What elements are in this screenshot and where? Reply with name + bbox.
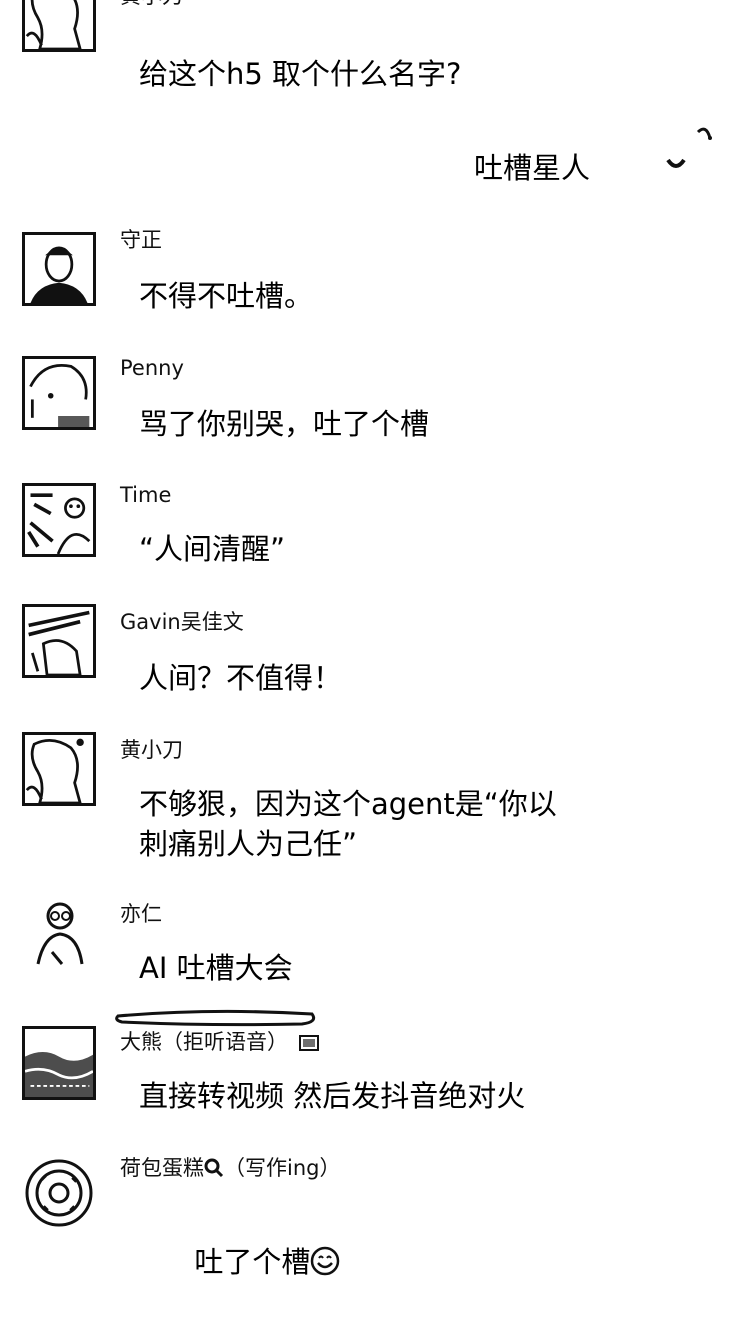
avatar[interactable]: [22, 1026, 96, 1100]
magnifier-icon: [204, 1158, 224, 1178]
avatar-calligraphy-dog-icon: [27, 493, 91, 554]
underline-annotation: [115, 1009, 316, 1027]
message-text: “人间清醒”: [139, 532, 286, 566]
message-text: AI 吐槽大会: [139, 951, 293, 985]
message-text: 人间？不值得！: [139, 661, 343, 695]
avatar-anime-sketch-icon: [28, 610, 90, 675]
message-text-body: 吐了个槽: [194, 1245, 311, 1279]
message-text: 给这个h5 取个什么名字?: [139, 57, 462, 91]
avatar-sketch-girl-icon: [25, 0, 82, 49]
flag-icon: [298, 1035, 319, 1051]
cropped-avatar-icon: [666, 127, 712, 168]
avatar[interactable]: [22, 604, 96, 678]
sender-name: 大熊（拒听语音）: [120, 1030, 319, 1054]
sender-name: Penny: [120, 356, 184, 380]
sender-name: 黄小刀: [120, 0, 183, 8]
sender-name: 黄小刀: [120, 738, 183, 762]
message-text: 直接转视频 然后发抖音绝对火: [139, 1079, 526, 1113]
sender-name: 守正: [120, 228, 162, 252]
avatar[interactable]: [22, 232, 96, 306]
avatar-landscape-icon: [25, 1051, 93, 1097]
avatar-man-portrait-icon: [30, 246, 88, 303]
message-text: 吐了个槽: [139, 1202, 699, 1322]
message-text: 不够狠，因为这个agent是“你以 刺痛别人为己任”: [139, 787, 557, 861]
sender-name: 亦仁: [120, 902, 162, 926]
avatar-cartoon-girl-icon: [29, 364, 90, 427]
avatar-donut-icon: [25, 1159, 93, 1227]
sender-name-text: 大熊（拒听语音）: [120, 1030, 288, 1054]
avatar[interactable]: [22, 898, 96, 972]
avatar[interactable]: [22, 732, 96, 806]
message-text: 吐槽星人: [474, 151, 591, 185]
sender-name-suffix: （写作ing）: [224, 1156, 341, 1180]
smile-emoji-icon: [311, 1246, 340, 1276]
message-text: 不得不吐槽。: [139, 279, 314, 313]
avatar-glasses-man-icon: [36, 902, 84, 965]
avatar[interactable]: [22, 356, 96, 430]
sender-name: Gavin吴佳文: [120, 610, 244, 634]
avatar[interactable]: [22, 483, 96, 557]
avatar[interactable]: [22, 1156, 96, 1230]
sender-name: Time: [120, 483, 172, 507]
avatar-sketch-girl-icon: [25, 738, 84, 803]
chat-transcript: 黄小刀 给这个h5 取个什么名字? 吐槽星人 守正 不得不吐槽。: [0, 0, 735, 1280]
message-text: 骂了你别哭，吐了个槽: [139, 407, 430, 441]
sender-name: 荷包蛋糕 （写作ing）: [120, 1156, 340, 1180]
sender-name-prefix: 荷包蛋糕: [120, 1156, 204, 1180]
avatar[interactable]: [22, 0, 96, 52]
